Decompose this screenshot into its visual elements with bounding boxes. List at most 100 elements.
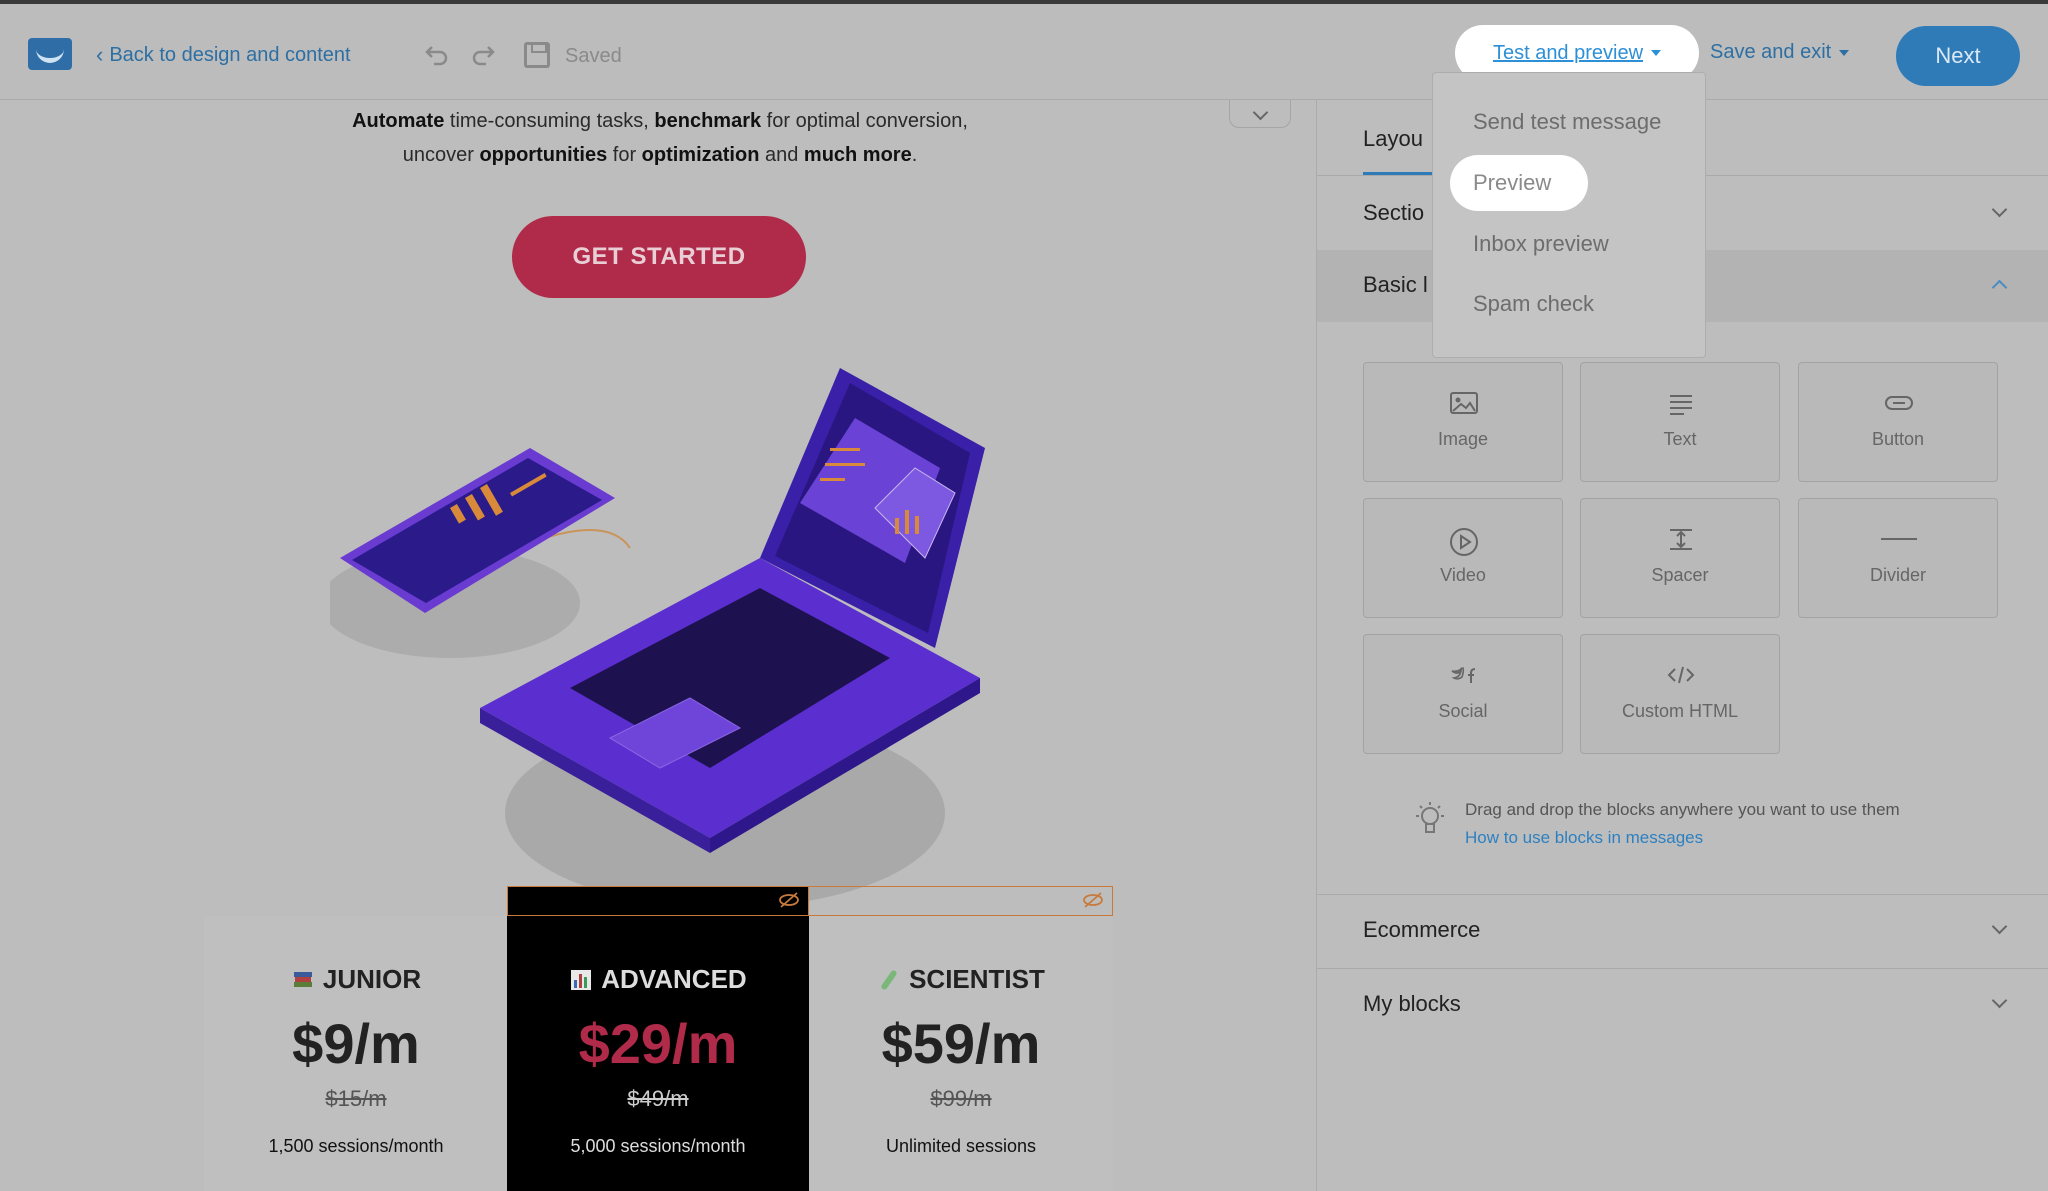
- chevron-up-icon: [1991, 279, 2008, 296]
- intro-text-part: for: [607, 144, 642, 166]
- blocks-tip-text: Drag and drop the blocks anywhere you wa…: [1465, 800, 1900, 819]
- plan-card-scientist[interactable]: SCIENTIST $59/m $99/m Unlimited sessions: [809, 916, 1113, 1191]
- plan-visibility-bar[interactable]: [809, 886, 1113, 916]
- intro-text-part: uncover: [402, 144, 480, 166]
- tab-layout[interactable]: Layou: [1363, 126, 1423, 152]
- block-text[interactable]: Text: [1580, 362, 1780, 482]
- saved-status: Saved: [565, 45, 622, 67]
- test-preview-dropdown: Send test message Preview Inbox preview …: [1432, 72, 1706, 358]
- intro-line-1: Automate time-consuming tasks, benchmark…: [250, 104, 1070, 138]
- next-button[interactable]: Next: [1896, 26, 2020, 86]
- accordion-my-blocks[interactable]: My blocks: [1317, 969, 2048, 1041]
- code-icon: [1667, 666, 1695, 684]
- divider-icon: [1881, 538, 1917, 540]
- chevron-left-icon: ‹: [96, 42, 104, 67]
- block-label: Social: [1438, 701, 1488, 721]
- redo-icon[interactable]: [470, 40, 500, 70]
- chevron-down-icon: [1991, 918, 2008, 935]
- block-label: Custom HTML: [1621, 701, 1738, 721]
- menu-item-inbox-preview[interactable]: Inbox preview: [1473, 231, 1609, 257]
- test-tube-icon: [881, 969, 897, 990]
- top-bar: ‹ Back to design and content Saved Test …: [0, 0, 2048, 100]
- plan-title: JUNIOR: [204, 964, 508, 995]
- block-label: Video: [1440, 565, 1486, 585]
- getresponse-logo[interactable]: [28, 38, 72, 70]
- image-icon: [1450, 392, 1478, 414]
- test-preview-label: Test and preview: [1492, 41, 1644, 64]
- accordion-title: My blocks: [1363, 991, 1461, 1016]
- plan-name: JUNIOR: [322, 964, 422, 994]
- get-started-button[interactable]: GET STARTED: [512, 216, 806, 298]
- block-video[interactable]: Video: [1363, 498, 1563, 618]
- spacer-icon: [1670, 529, 1692, 550]
- plan-price: $59/m: [881, 1012, 1041, 1075]
- plan-price: $9/m: [292, 1012, 420, 1075]
- block-label: Image: [1437, 429, 1489, 449]
- button-icon: [1885, 396, 1913, 410]
- intro-text-part: for optimal conversion,: [761, 110, 968, 132]
- intro-bold-optimization: optimization: [641, 144, 760, 166]
- hidden-eye-icon[interactable]: [1082, 892, 1104, 908]
- plan-name: SCIENTIST: [909, 964, 1045, 994]
- intro-line-2: uncover opportunities for optimization a…: [250, 138, 1070, 172]
- accordion-ecommerce[interactable]: Ecommerce: [1317, 895, 2048, 967]
- plan-visibility-bar[interactable]: [507, 886, 809, 916]
- plan-sessions: 1,500 sessions/month: [268, 1136, 444, 1156]
- save-and-exit-button[interactable]: Save and exit: [1710, 41, 1850, 64]
- menu-item-send-test[interactable]: Send test message: [1473, 109, 1661, 135]
- intro-bold-much-more: much more: [803, 144, 912, 166]
- block-divider[interactable]: Divider: [1798, 498, 1998, 618]
- block-image[interactable]: Image: [1363, 362, 1563, 482]
- intro-text[interactable]: Automate time-consuming tasks, benchmark…: [250, 104, 1070, 172]
- social-icon: [1451, 667, 1476, 683]
- chevron-down-icon: [1991, 992, 2008, 1009]
- accordion-title: Ecommerce: [1363, 917, 1481, 942]
- menu-item-preview[interactable]: Preview: [1450, 155, 1588, 211]
- text-icon: [1670, 395, 1692, 415]
- blocks-help-link[interactable]: How to use blocks in messages: [1465, 828, 1703, 848]
- intro-bold-benchmark: benchmark: [654, 110, 762, 132]
- intro-bold-opportunities: opportunities: [479, 144, 608, 166]
- block-label: Divider: [1869, 565, 1926, 585]
- back-link-label: Back to design and content: [109, 43, 351, 66]
- block-button[interactable]: Button: [1798, 362, 1998, 482]
- plan-card-junior[interactable]: JUNIOR $9/m $15/m 1,500 sessions/month: [204, 916, 508, 1191]
- accordion-title: Sectio: [1363, 200, 1425, 225]
- laptop-phone-illustration[interactable]: [330, 328, 1010, 948]
- message-canvas: Automate time-consuming tasks, benchmark…: [0, 100, 1316, 1191]
- caret-down-icon: [1839, 49, 1850, 56]
- plan-old-price: $99/m: [930, 1086, 992, 1111]
- block-spacer[interactable]: Spacer: [1580, 498, 1780, 618]
- intro-text-part: .: [911, 144, 918, 166]
- plan-card-advanced[interactable]: ADVANCED $29/m $49/m 5,000 sessions/mont…: [507, 916, 809, 1191]
- lightbulb-icon: [1416, 802, 1444, 833]
- hidden-eye-icon[interactable]: [778, 892, 800, 908]
- plan-old-price: $15/m: [325, 1086, 387, 1111]
- plan-title: SCIENTIST: [809, 964, 1113, 995]
- plan-price: $29/m: [578, 1012, 738, 1075]
- plan-title: ADVANCED: [507, 964, 809, 995]
- block-label: Button: [1871, 429, 1925, 449]
- plan-sessions: Unlimited sessions: [885, 1136, 1037, 1156]
- bar-chart-icon: [571, 969, 592, 990]
- intro-text-part: time-consuming tasks,: [444, 110, 655, 132]
- block-label: Spacer: [1651, 565, 1709, 585]
- back-to-design-link[interactable]: ‹ Back to design and content: [96, 42, 351, 68]
- intro-text-part: and: [759, 144, 804, 166]
- menu-item-preview-label: Preview: [1473, 170, 1552, 195]
- save-exit-label: Save and exit: [1710, 41, 1832, 63]
- cta-label: GET STARTED: [572, 243, 746, 270]
- intro-bold-automate: Automate: [352, 110, 445, 132]
- chevron-down-icon: [1991, 201, 2008, 218]
- block-custom-html[interactable]: Custom HTML: [1580, 634, 1780, 754]
- undo-icon[interactable]: [420, 40, 450, 70]
- accordion-title: Basic l: [1363, 272, 1428, 297]
- next-label: Next: [1935, 43, 1981, 68]
- block-social[interactable]: Social: [1363, 634, 1563, 754]
- collapse-toggle[interactable]: [1229, 100, 1291, 128]
- books-icon: [293, 971, 312, 987]
- menu-item-spam-check[interactable]: Spam check: [1473, 291, 1594, 317]
- save-icon: [524, 42, 550, 68]
- caret-down-icon: [1651, 50, 1662, 56]
- plan-name: ADVANCED: [601, 964, 747, 994]
